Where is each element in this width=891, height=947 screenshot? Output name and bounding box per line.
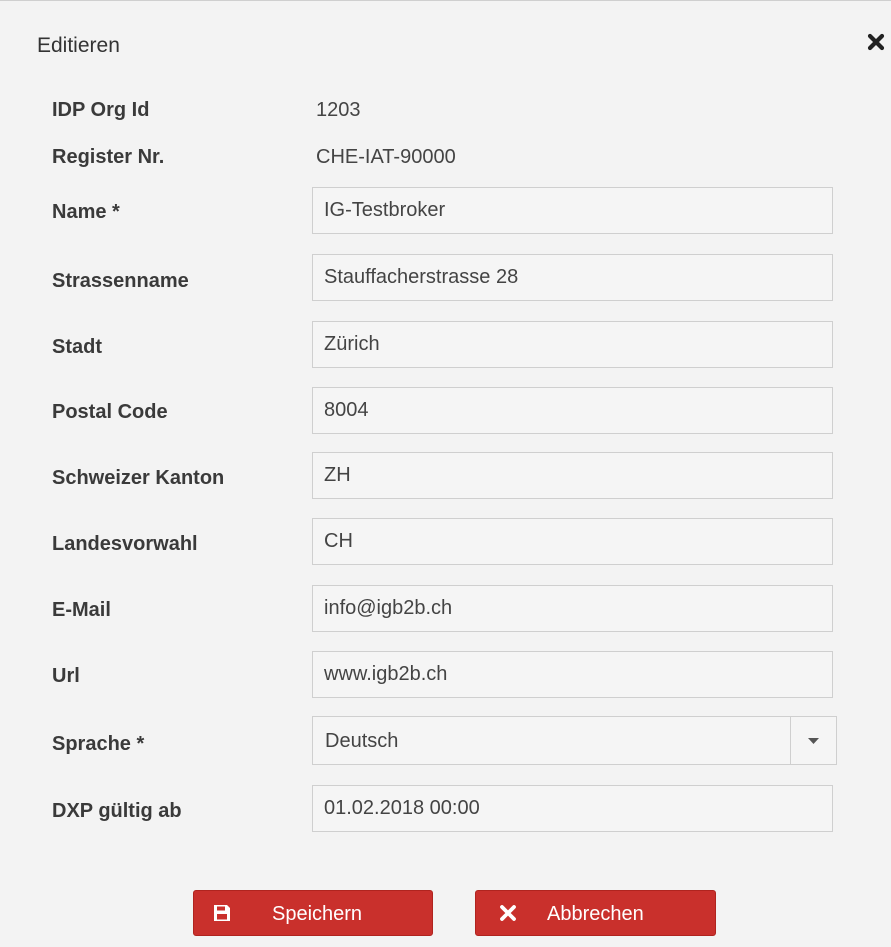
- caret-down-icon: [808, 738, 819, 744]
- x-icon: [500, 905, 516, 921]
- stadt-label: Stadt: [52, 336, 102, 358]
- close-icon: [867, 33, 885, 51]
- register-nr-value: CHE-IAT-90000: [316, 146, 456, 168]
- postal-code-label: Postal Code: [52, 401, 168, 423]
- email-label: E-Mail: [52, 599, 111, 621]
- save-button[interactable]: Speichern: [193, 890, 433, 936]
- idp-org-id-value: 1203: [316, 99, 361, 121]
- stadt-field[interactable]: [312, 321, 833, 368]
- sprache-label: Sprache *: [52, 733, 145, 755]
- name-label: Name *: [52, 201, 120, 223]
- dxp-gueltig-ab-label: DXP gültig ab: [52, 800, 182, 822]
- cancel-button-label: Abbrechen: [547, 903, 644, 925]
- url-label: Url: [52, 665, 80, 687]
- idp-org-id-label: IDP Org Id: [52, 99, 150, 121]
- top-divider: [0, 0, 891, 1]
- floppy-disk-icon: [214, 905, 230, 921]
- landesvorwahl-label: Landesvorwahl: [52, 533, 198, 555]
- sprache-selected-value: Deutsch: [325, 730, 399, 752]
- register-nr-label: Register Nr.: [52, 146, 165, 168]
- strassenname-label: Strassenname: [52, 270, 189, 292]
- name-field[interactable]: [312, 187, 833, 234]
- dxp-gueltig-ab-field[interactable]: [312, 785, 833, 832]
- schweizer-kanton-label: Schweizer Kanton: [52, 467, 225, 489]
- save-button-label: Speichern: [272, 903, 363, 925]
- url-field[interactable]: [312, 651, 833, 698]
- landesvorwahl-field[interactable]: [312, 518, 833, 565]
- postal-code-field[interactable]: [312, 387, 833, 434]
- cancel-button[interactable]: Abbrechen: [475, 890, 716, 936]
- schweizer-kanton-field[interactable]: [312, 452, 833, 499]
- email-field[interactable]: [312, 585, 833, 632]
- strassenname-field[interactable]: [312, 254, 833, 301]
- close-button[interactable]: [864, 30, 888, 54]
- dialog-title: Editieren: [37, 34, 120, 57]
- sprache-select[interactable]: Deutsch: [312, 716, 837, 765]
- dropdown-toggle[interactable]: [791, 717, 836, 764]
